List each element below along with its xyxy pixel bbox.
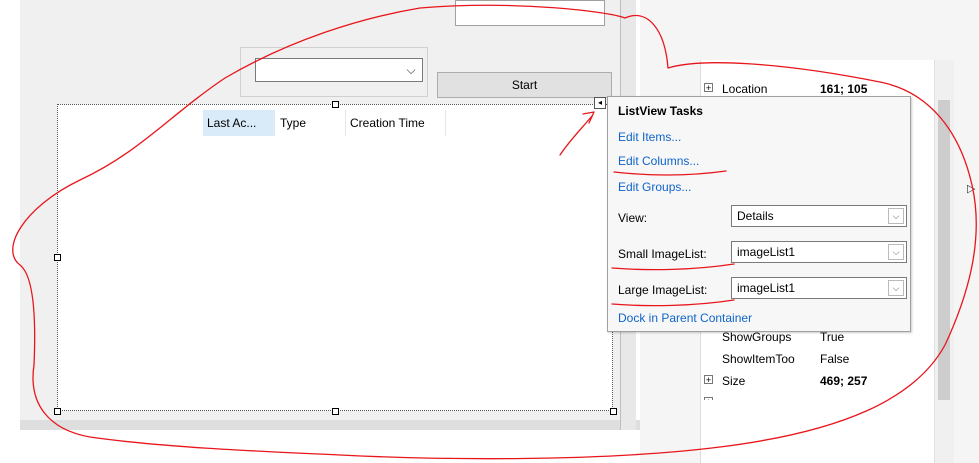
- view-dropdown-value: Details: [737, 209, 774, 223]
- smart-tag-icon[interactable]: ◂: [594, 97, 606, 109]
- large-imagelist-dropdown[interactable]: imageList1 ⌵: [731, 277, 907, 299]
- expand-icon[interactable]: +: [704, 397, 713, 400]
- edit-groups-link[interactable]: Edit Groups...: [618, 180, 691, 194]
- tasks-panel-title: ListView Tasks: [618, 104, 703, 118]
- scrollbar-thumb[interactable]: [938, 100, 950, 400]
- form-combobox[interactable]: ⌵: [255, 58, 423, 82]
- resize-handle-bottom-right[interactable]: [610, 408, 617, 415]
- resize-handle-top[interactable]: [332, 101, 339, 108]
- property-row-size[interactable]: + Size 469; 257: [700, 370, 934, 392]
- small-imagelist-value: imageList1: [737, 245, 796, 259]
- view-dropdown[interactable]: Details ⌵: [731, 205, 907, 227]
- edit-columns-link[interactable]: Edit Columns...: [618, 154, 699, 168]
- property-row-showitemtooltips[interactable]: ShowItemToo False: [700, 348, 934, 370]
- property-row-partial[interactable]: +: [700, 392, 934, 400]
- property-name: Size: [722, 374, 746, 388]
- column-header-creation-time[interactable]: Creation Time: [346, 110, 446, 136]
- edit-items-link[interactable]: Edit Items...: [618, 130, 681, 144]
- chevron-down-icon[interactable]: ⌵: [404, 62, 418, 78]
- collapse-arrow-icon[interactable]: ▷: [967, 182, 975, 195]
- view-label: View:: [618, 211, 648, 225]
- large-imagelist-label: Large ImageList:: [618, 283, 708, 297]
- property-value[interactable]: False: [820, 348, 849, 370]
- resize-handle-left[interactable]: [54, 254, 61, 261]
- chevron-down-icon[interactable]: ⌵: [888, 280, 904, 296]
- chevron-down-icon[interactable]: ⌵: [888, 208, 904, 224]
- column-header-last-access[interactable]: Last Ac...: [203, 110, 275, 136]
- top-textbox[interactable]: [455, 0, 605, 26]
- expand-icon[interactable]: +: [704, 375, 713, 385]
- property-value[interactable]: 469; 257: [820, 370, 867, 392]
- listview-control[interactable]: Last Ac... Type Creation Time: [57, 104, 613, 411]
- expand-icon[interactable]: +: [704, 83, 713, 93]
- property-name: ShowItemToo: [722, 352, 795, 366]
- resize-handle-bottom[interactable]: [332, 408, 339, 415]
- resize-handle-bottom-left[interactable]: [54, 408, 61, 415]
- small-imagelist-dropdown[interactable]: imageList1 ⌵: [731, 241, 907, 263]
- large-imagelist-value: imageList1: [737, 281, 796, 295]
- listview-tasks-panel: ListView Tasks Edit Items... Edit Column…: [607, 96, 911, 332]
- column-header-type[interactable]: Type: [276, 110, 346, 136]
- form-bottom-border: [20, 420, 640, 430]
- start-button[interactable]: Start: [437, 72, 612, 98]
- chevron-down-icon[interactable]: ⌵: [888, 244, 904, 260]
- small-imagelist-label: Small ImageList:: [618, 247, 707, 261]
- dock-in-parent-link[interactable]: Dock in Parent Container: [618, 311, 752, 325]
